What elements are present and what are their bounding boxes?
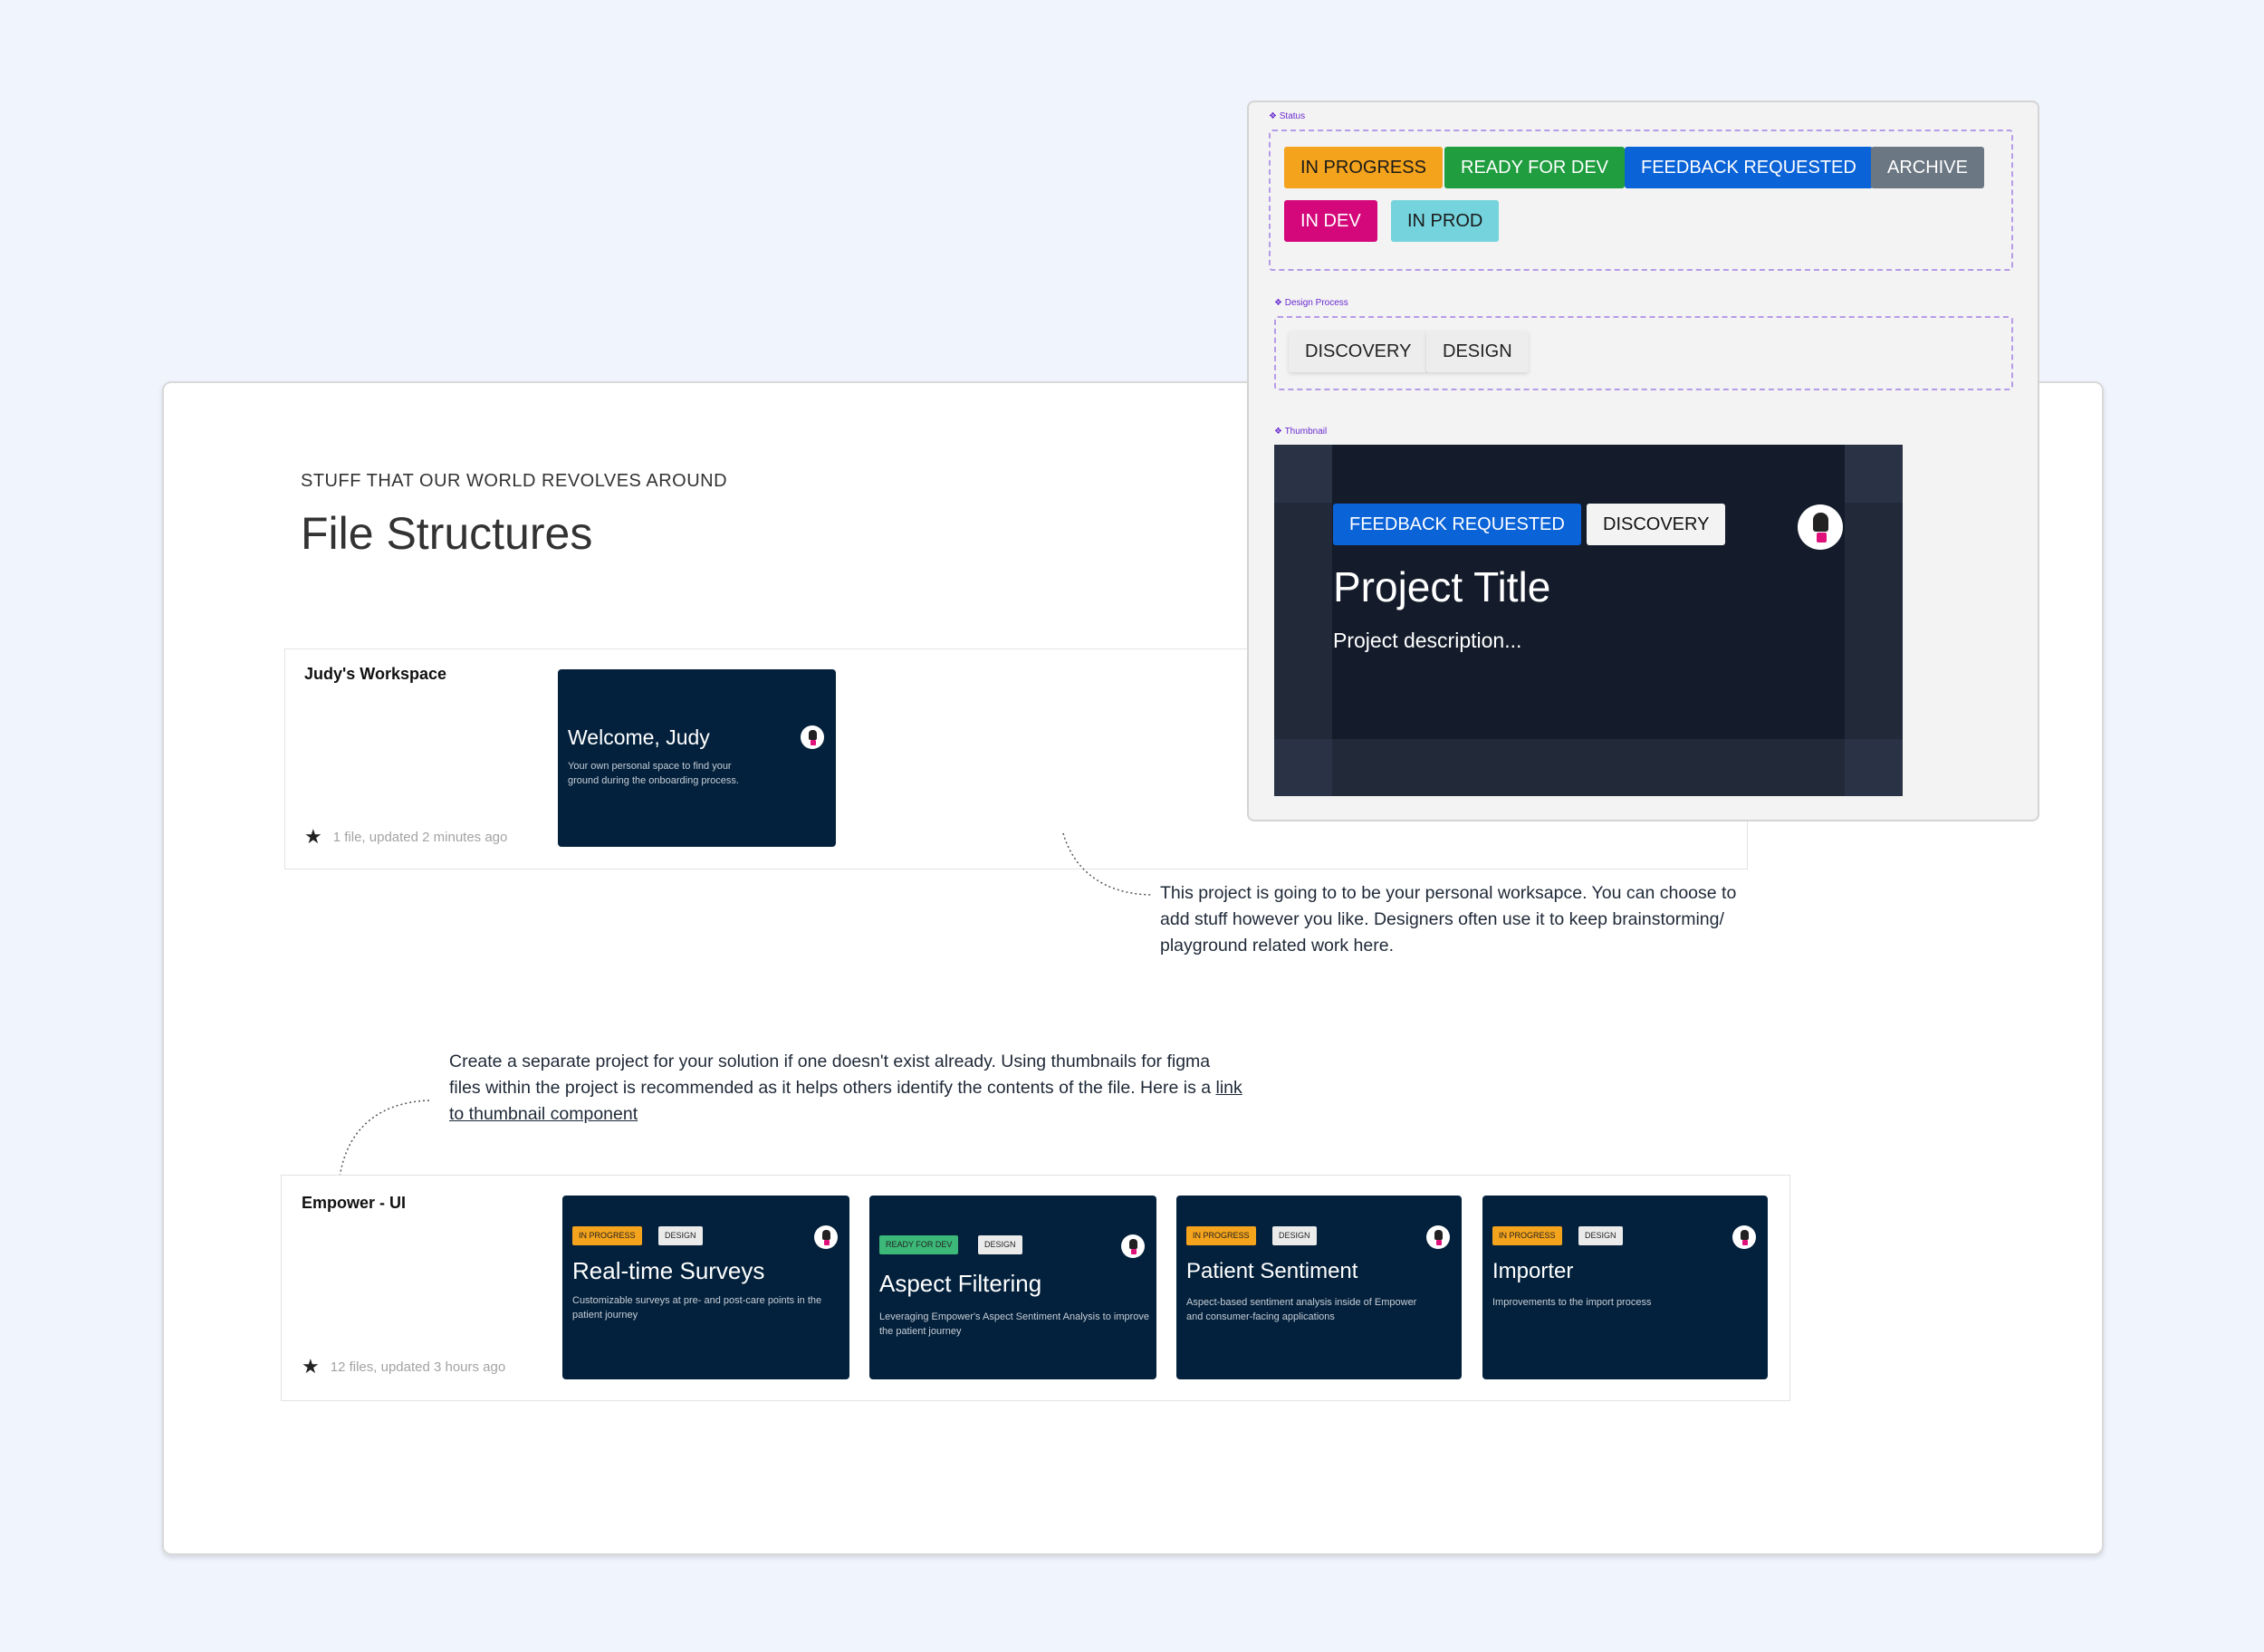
status-tag-ready-for-dev[interactable]: READY FOR DEV xyxy=(1444,147,1625,188)
project-meta: ★ 12 files, updated 3 hours ago xyxy=(302,1357,505,1377)
connector-line xyxy=(1062,832,1154,896)
file-description: Leveraging Empower's Aspect Sentiment An… xyxy=(879,1311,1150,1337)
workspace-meta: ★ 1 file, updated 2 minutes ago xyxy=(304,827,507,847)
avatar-icon xyxy=(801,725,824,749)
thumbnail-process-tag: DISCOVERY xyxy=(1587,504,1726,545)
thumbnail-corner xyxy=(1845,445,1903,503)
file-description: Aspect-based sentiment analysis inside o… xyxy=(1186,1297,1417,1322)
status-tag-feedback-requested[interactable]: FEEDBACK REQUESTED xyxy=(1625,147,1873,188)
file-description: Improvements to the import process xyxy=(1492,1297,1652,1308)
file-thumbnail[interactable]: IN PROGRESS DESIGN Importer Improvements… xyxy=(1482,1196,1768,1379)
page-eyebrow: STUFF THAT OUR WORLD REVOLVES AROUND xyxy=(301,471,728,491)
thumbnail-project-description: Project description... xyxy=(1333,629,1522,652)
avatar-icon xyxy=(814,1225,838,1249)
project-name: Empower - UI xyxy=(302,1194,407,1212)
process-tag-discovery[interactable]: DISCOVERY xyxy=(1289,331,1428,372)
avatar-icon xyxy=(1121,1234,1145,1258)
status-tag: READY FOR DEV xyxy=(879,1235,959,1254)
thumbnail-corner xyxy=(1845,739,1903,796)
status-tag: IN PROGRESS xyxy=(1186,1226,1256,1245)
file-thumbnail[interactable]: READY FOR DEV DESIGN Aspect Filtering Le… xyxy=(869,1196,1156,1379)
design-process-section-label: ❖ Design Process xyxy=(1274,298,1348,308)
file-title: Importer xyxy=(1492,1259,1574,1283)
thumbnail-status-tag: FEEDBACK REQUESTED xyxy=(1333,504,1581,545)
status-tag: IN PROGRESS xyxy=(1492,1226,1562,1245)
file-title: Patient Sentiment xyxy=(1186,1259,1358,1283)
file-title: Real-time Surveys xyxy=(572,1257,765,1284)
status-tag-in-dev[interactable]: IN DEV xyxy=(1284,200,1377,242)
status-tag-archive[interactable]: ARCHIVE xyxy=(1871,147,1984,188)
solution-note: Create a separate project for your solut… xyxy=(449,1049,1246,1128)
project-meta-text: 12 files, updated 3 hours ago xyxy=(330,1359,506,1375)
thumbnail-corner xyxy=(1274,739,1332,796)
workspace-meta-text: 1 file, updated 2 minutes ago xyxy=(332,829,508,845)
avatar-icon xyxy=(1798,504,1843,550)
file-thumbnail[interactable]: IN PROGRESS DESIGN Real-time Surveys Cus… xyxy=(562,1196,849,1379)
solution-note-text: Create a separate project for your solut… xyxy=(449,1052,1212,1098)
file-description: Customizable surveys at pre- and post-ca… xyxy=(572,1295,822,1321)
thumbnail-description: Your own personal space to find your gro… xyxy=(568,761,739,786)
process-tag: DESIGN xyxy=(1578,1226,1623,1245)
thumbnail-component[interactable]: FEEDBACK REQUESTED DISCOVERY Project Tit… xyxy=(1274,445,1903,796)
process-tag: DESIGN xyxy=(1272,1226,1317,1245)
workspace-name: Judy's Workspace xyxy=(304,665,447,683)
file-thumbnail[interactable]: IN PROGRESS DESIGN Patient Sentiment Asp… xyxy=(1176,1196,1462,1379)
workspace-thumbnail[interactable]: Welcome, Judy Your own personal space to… xyxy=(558,669,836,847)
process-tag: DESIGN xyxy=(978,1235,1022,1254)
star-icon[interactable]: ★ xyxy=(302,1357,320,1377)
star-icon[interactable]: ★ xyxy=(304,827,322,847)
thumbnail-corner xyxy=(1274,445,1332,503)
thumbnail-section-label: ❖ Thumbnail xyxy=(1274,427,1328,437)
status-tag-in-prod[interactable]: IN PROD xyxy=(1391,200,1500,242)
file-title: Aspect Filtering xyxy=(879,1270,1042,1297)
empower-project-row[interactable]: Empower - UI ★ 12 files, updated 3 hours… xyxy=(281,1175,1790,1401)
process-tag: DESIGN xyxy=(658,1226,703,1245)
avatar-icon xyxy=(1732,1225,1756,1249)
status-section-label: ❖ Status xyxy=(1269,111,1306,121)
status-tag-in-progress[interactable]: IN PROGRESS xyxy=(1284,147,1443,188)
status-tag: IN PROGRESS xyxy=(572,1226,642,1245)
page-title: File Structures xyxy=(301,508,593,559)
process-tag-design[interactable]: DESIGN xyxy=(1426,331,1529,372)
thumbnail-project-title: Project Title xyxy=(1333,563,1551,610)
thumbnail-title: Welcome, Judy xyxy=(568,725,710,749)
avatar-icon xyxy=(1426,1225,1450,1249)
workspace-note: This project is going to to be your pers… xyxy=(1160,883,1737,956)
